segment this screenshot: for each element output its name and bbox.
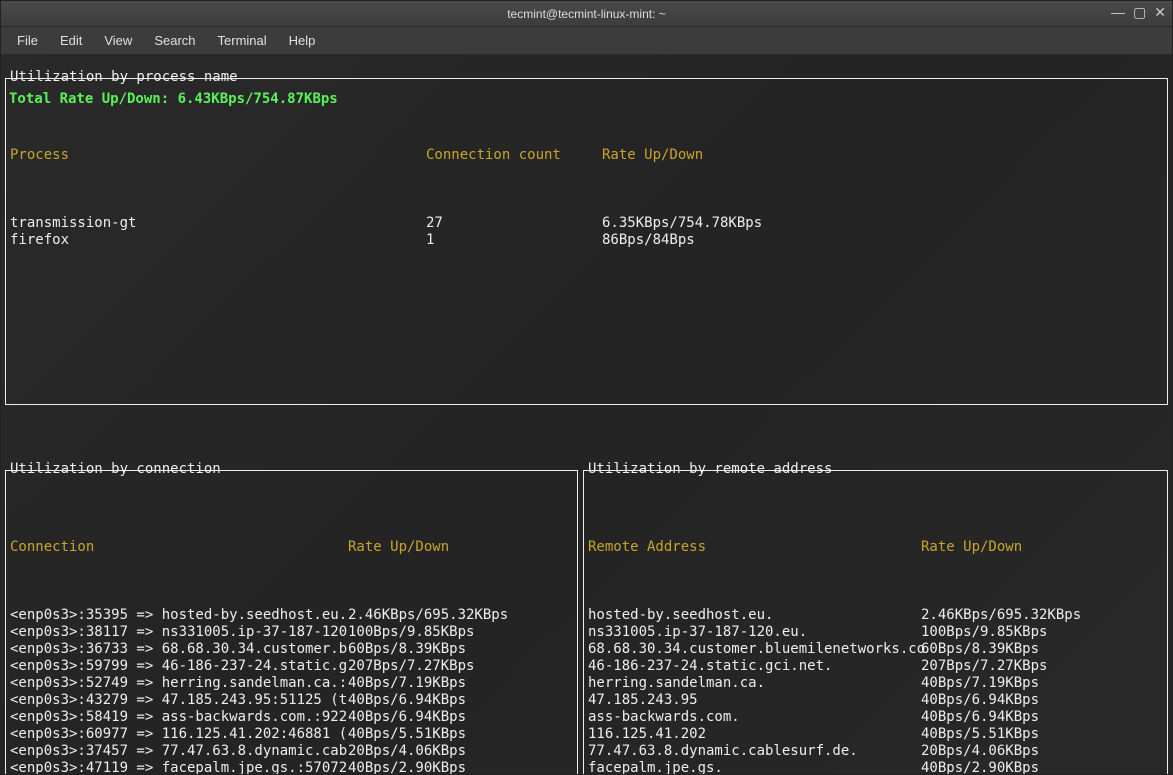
connection-name: <enp0s3>:58419 => ass-backwards.com.:922 xyxy=(10,709,348,726)
remote-row: facepalm.jpe.gs.40Bps/2.90KBps xyxy=(588,760,1163,774)
remote-rate: 20Bps/4.06KBps xyxy=(921,743,1039,760)
connection-rate: 40Bps/6.94KBps xyxy=(348,692,466,709)
remote-rate: 40Bps/5.51KBps xyxy=(921,726,1039,743)
hdr-connection: Connection xyxy=(10,539,348,556)
connection-name: <enp0s3>:36733 => 68.68.30.34.customer.b xyxy=(10,641,348,658)
connection-row: <enp0s3>:36733 => 68.68.30.34.customer.b… xyxy=(10,641,573,658)
remote-rate: 60Bps/8.39KBps xyxy=(921,641,1039,658)
connection-rate: 40Bps/2.90KBps xyxy=(348,760,466,774)
connection-name: <enp0s3>:38117 => ns331005.ip-37-187-120 xyxy=(10,624,348,641)
remote-address: ns331005.ip-37-187-120.eu. xyxy=(588,624,921,641)
remote-rate: 2.46KBps/695.32KBps xyxy=(921,607,1081,624)
terminal-output[interactable]: Total Rate Up/Down: 6.43KBps/754.87KBps … xyxy=(1,55,1172,774)
remote-row: 47.185.243.9540Bps/6.94KBps xyxy=(588,692,1163,709)
pane-connection: Utilization by connection ConnectionRate… xyxy=(5,470,578,774)
connection-rate: 2.46KBps/695.32KBps xyxy=(348,607,508,624)
pane-connection-title: Utilization by connection xyxy=(10,461,221,478)
connection-row: <enp0s3>:60977 => 116.125.41.202:46881 (… xyxy=(10,726,573,743)
process-rate: 6.35KBps/754.78KBps xyxy=(602,215,762,232)
terminal-window: tecmint@tecmint-linux-mint: ~ — ▢ ✕ File… xyxy=(0,0,1173,775)
connection-rate: 40Bps/5.51KBps xyxy=(348,726,466,743)
connection-rate: 60Bps/8.39KBps xyxy=(348,641,466,658)
menu-terminal[interactable]: Terminal xyxy=(208,29,277,52)
connection-row: <enp0s3>:43279 => 47.185.243.95:51125 (t… xyxy=(10,692,573,709)
remote-address: 116.125.41.202 xyxy=(588,726,921,743)
remote-address: ass-backwards.com. xyxy=(588,709,921,726)
remote-row: herring.sandelman.ca.40Bps/7.19KBps xyxy=(588,675,1163,692)
process-name: firefox xyxy=(10,232,426,249)
menu-help[interactable]: Help xyxy=(279,29,326,52)
connection-row: <enp0s3>:47119 => facepalm.jpe.gs.:57072… xyxy=(10,760,573,774)
connection-row: <enp0s3>:59799 => 46-186-237-24.static.g… xyxy=(10,658,573,675)
menu-edit[interactable]: Edit xyxy=(50,29,92,52)
remote-address: 47.185.243.95 xyxy=(588,692,921,709)
window-controls: — ▢ ✕ xyxy=(1111,5,1166,19)
connection-row: <enp0s3>:38117 => ns331005.ip-37-187-120… xyxy=(10,624,573,641)
remote-rate: 100Bps/9.85KBps xyxy=(921,624,1047,641)
remote-address: 77.47.63.8.dynamic.cablesurf.de. xyxy=(588,743,921,760)
process-name: transmission-gt xyxy=(10,215,426,232)
minimize-icon[interactable]: — xyxy=(1111,5,1125,19)
connection-name: <enp0s3>:59799 => 46-186-237-24.static.g xyxy=(10,658,348,675)
remote-address: 68.68.30.34.customer.bluemilenetworks.co xyxy=(588,641,921,658)
pane-remote: Utilization by remote address Remote Add… xyxy=(583,470,1168,774)
connection-row: <enp0s3>:58419 => ass-backwards.com.:922… xyxy=(10,709,573,726)
connection-row: <enp0s3>:37457 => 77.47.63.8.dynamic.cab… xyxy=(10,743,573,760)
process-conn-count: 1 xyxy=(426,232,602,249)
hdr-process: Process xyxy=(10,147,426,164)
pane-process-title: Utilization by process name xyxy=(10,69,238,86)
hdr-rate: Rate Up/Down xyxy=(602,147,703,164)
remote-row: 77.47.63.8.dynamic.cablesurf.de.20Bps/4.… xyxy=(588,743,1163,760)
remote-row: ns331005.ip-37-187-120.eu.100Bps/9.85KBp… xyxy=(588,624,1163,641)
connection-rate: 100Bps/9.85KBps xyxy=(348,624,474,641)
connection-name: <enp0s3>:47119 => facepalm.jpe.gs.:57072 xyxy=(10,760,348,774)
remote-rate: 40Bps/7.19KBps xyxy=(921,675,1039,692)
remote-row: 46-186-237-24.static.gci.net.207Bps/7.27… xyxy=(588,658,1163,675)
connection-rate: 207Bps/7.27KBps xyxy=(348,658,474,675)
maximize-icon[interactable]: ▢ xyxy=(1133,5,1146,19)
menu-view[interactable]: View xyxy=(94,29,142,52)
hdr-remote: Remote Address xyxy=(588,539,921,556)
connection-row: <enp0s3>:52749 => herring.sandelman.ca.:… xyxy=(10,675,573,692)
connection-row: <enp0s3>:35395 => hosted-by.seedhost.eu.… xyxy=(10,607,573,624)
titlebar[interactable]: tecmint@tecmint-linux-mint: ~ — ▢ ✕ xyxy=(1,1,1172,27)
remote-address: facepalm.jpe.gs. xyxy=(588,760,921,774)
hdr-conn-rate: Rate Up/Down xyxy=(348,539,449,556)
remote-row: 116.125.41.20240Bps/5.51KBps xyxy=(588,726,1163,743)
close-icon[interactable]: ✕ xyxy=(1154,5,1166,19)
remote-row: hosted-by.seedhost.eu.2.46KBps/695.32KBp… xyxy=(588,607,1163,624)
connection-name: <enp0s3>:60977 => 116.125.41.202:46881 ( xyxy=(10,726,348,743)
connection-name: <enp0s3>:37457 => 77.47.63.8.dynamic.cab xyxy=(10,743,348,760)
remote-address: hosted-by.seedhost.eu. xyxy=(588,607,921,624)
menu-file[interactable]: File xyxy=(7,29,48,52)
process-rate: 86Bps/84Bps xyxy=(602,232,695,249)
connection-name: <enp0s3>:35395 => hosted-by.seedhost.eu. xyxy=(10,607,348,624)
remote-row: 68.68.30.34.customer.bluemilenetworks.co… xyxy=(588,641,1163,658)
process-conn-count: 27 xyxy=(426,215,602,232)
remote-address: 46-186-237-24.static.gci.net. xyxy=(588,658,921,675)
connection-name: <enp0s3>:43279 => 47.185.243.95:51125 (t xyxy=(10,692,348,709)
remote-rate: 40Bps/2.90KBps xyxy=(921,760,1039,774)
menu-search[interactable]: Search xyxy=(144,29,205,52)
connection-rate: 20Bps/4.06KBps xyxy=(348,743,466,760)
remote-row: ass-backwards.com.40Bps/6.94KBps xyxy=(588,709,1163,726)
remote-rate: 207Bps/7.27KBps xyxy=(921,658,1047,675)
hdr-remote-rate: Rate Up/Down xyxy=(921,539,1022,556)
window-title: tecmint@tecmint-linux-mint: ~ xyxy=(507,7,666,21)
menubar: File Edit View Search Terminal Help xyxy=(1,27,1172,55)
remote-address: herring.sandelman.ca. xyxy=(588,675,921,692)
connection-rate: 40Bps/7.19KBps xyxy=(348,675,466,692)
connection-name: <enp0s3>:52749 => herring.sandelman.ca.: xyxy=(10,675,348,692)
remote-rate: 40Bps/6.94KBps xyxy=(921,709,1039,726)
hdr-conn-count: Connection count xyxy=(426,147,602,164)
remote-rate: 40Bps/6.94KBps xyxy=(921,692,1039,709)
pane-process: Utilization by process name ProcessConne… xyxy=(5,78,1168,405)
process-row: firefox186Bps/84Bps xyxy=(10,232,1163,249)
pane-remote-title: Utilization by remote address xyxy=(588,461,832,478)
connection-rate: 40Bps/6.94KBps xyxy=(348,709,466,726)
process-row: transmission-gt276.35KBps/754.78KBps xyxy=(10,215,1163,232)
